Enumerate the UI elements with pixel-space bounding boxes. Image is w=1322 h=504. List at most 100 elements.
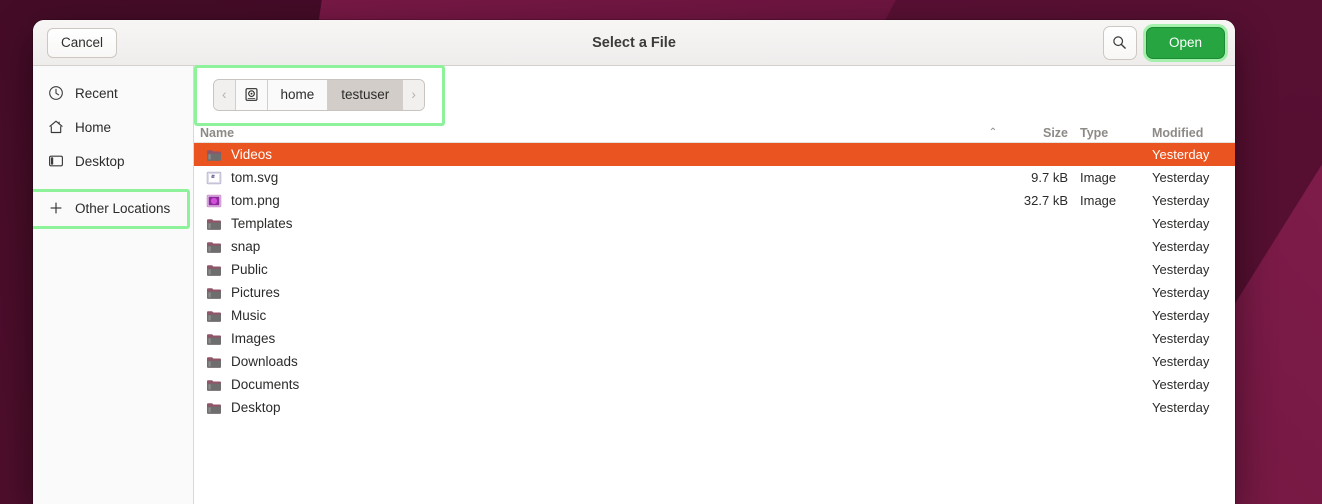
file-name-cell: Downloads — [194, 354, 980, 370]
file-name-label: Videos — [231, 147, 273, 162]
file-modified-cell: Yesterday — [1152, 170, 1210, 185]
column-header-type[interactable]: Type — [1068, 126, 1126, 140]
sort-ascending-icon: ⌃ — [988, 127, 998, 138]
file-name-label: Public — [231, 262, 268, 277]
column-header-size[interactable]: Size — [1006, 126, 1068, 140]
folder-icon — [207, 356, 221, 368]
file-modified-cell: Yesterday — [1152, 193, 1210, 208]
png-file-icon — [206, 194, 222, 207]
file-row[interactable]: tom.svg 9.7 kB Image Yesterday — [194, 166, 1235, 189]
sidebar-item-label: Home — [75, 119, 112, 135]
file-size-cell: 32.7 kB — [1023, 193, 1068, 208]
file-name-cell: Pictures — [194, 285, 980, 301]
file-modified-cell: Yesterday — [1152, 400, 1210, 415]
file-name-label: Documents — [231, 377, 300, 392]
breadcrumb-segment-home[interactable]: home — [267, 79, 329, 110]
file-name-label: Images — [231, 331, 276, 346]
file-modified-cell: Yesterday — [1152, 262, 1210, 277]
dialog-header-bar: Cancel Select a File Open — [33, 20, 1235, 66]
sidebar-item-label: Desktop — [75, 153, 125, 169]
file-name-label: Desktop — [231, 400, 281, 415]
file-type-cell: Image — [1080, 193, 1117, 208]
folder-icon — [207, 149, 221, 161]
file-modified-cell: Yesterday — [1152, 308, 1210, 323]
file-name-label: Templates — [231, 216, 293, 231]
search-button[interactable] — [1102, 25, 1137, 60]
file-row[interactable]: Downloads Yesterday — [194, 350, 1235, 373]
dialog-body: Recent Home Desktop Other Locations ‹ ho… — [33, 65, 1235, 504]
breadcrumb-back-button[interactable]: ‹ — [214, 79, 236, 110]
folder-icon — [207, 218, 221, 230]
file-name-cell: Videos — [194, 147, 980, 163]
places-sidebar: Recent Home Desktop Other Locations — [33, 66, 194, 504]
file-name-cell: Documents — [194, 377, 980, 393]
file-modified-cell: Yesterday — [1152, 239, 1210, 254]
file-name-cell: Templates — [194, 216, 980, 232]
breadcrumb-drive-item[interactable] — [235, 79, 268, 110]
file-size-cell: 9.7 kB — [1031, 170, 1068, 185]
folder-icon — [207, 241, 221, 253]
file-modified-cell: Yesterday — [1152, 377, 1210, 392]
folder-icon — [207, 310, 221, 322]
column-header-modified[interactable]: Modified — [1126, 126, 1216, 140]
file-list: Videos Yesterday tom.svg 9.7 kB Image Yesterd… — [194, 143, 1235, 504]
file-name-label: tom.svg — [231, 170, 279, 185]
file-modified-cell: Yesterday — [1152, 147, 1210, 162]
breadcrumb-segment-testuser[interactable]: testuser — [328, 79, 404, 110]
sidebar-item-home[interactable]: Home — [33, 112, 193, 142]
sidebar-item-desktop[interactable]: Desktop — [33, 146, 193, 176]
folder-icon — [207, 287, 221, 299]
open-button[interactable]: Open — [1145, 26, 1225, 59]
svg-file-icon — [206, 171, 222, 184]
file-type-cell: Image — [1080, 170, 1117, 185]
breadcrumb-forward-button[interactable]: › — [403, 79, 424, 110]
file-modified-cell: Yesterday — [1152, 331, 1210, 346]
file-row[interactable]: tom.png 32.7 kB Image Yesterday — [194, 189, 1235, 212]
file-name-cell: Images — [194, 331, 980, 347]
file-name-label: Music — [231, 308, 267, 323]
file-row[interactable]: Music Yesterday — [194, 304, 1235, 327]
sidebar-item-label: Other Locations — [75, 200, 171, 216]
clock-icon — [47, 85, 64, 102]
file-name-label: Downloads — [231, 354, 298, 369]
file-name-label: tom.png — [231, 193, 280, 208]
file-row[interactable]: Pictures Yesterday — [194, 281, 1235, 304]
hard-drive-icon — [245, 88, 258, 101]
home-icon — [47, 119, 64, 136]
column-headers: Name ⌃ Size Type Modified — [194, 123, 1235, 143]
file-name-label: snap — [231, 239, 261, 254]
file-name-cell: snap — [194, 239, 980, 255]
file-name-cell: Music — [194, 308, 980, 324]
file-name-cell: Public — [194, 262, 980, 278]
header-actions: Open — [1102, 25, 1225, 60]
file-name-cell: tom.png — [194, 193, 980, 209]
sidebar-item-recent[interactable]: Recent — [33, 78, 193, 108]
folder-icon — [207, 264, 221, 276]
file-row[interactable]: Documents Yesterday — [194, 373, 1235, 396]
cancel-button[interactable]: Cancel — [47, 27, 118, 58]
file-row[interactable]: Desktop Yesterday — [194, 396, 1235, 419]
file-name-cell: tom.svg — [194, 170, 980, 186]
file-row[interactable]: Images Yesterday — [194, 327, 1235, 350]
folder-icon — [207, 402, 221, 414]
file-modified-cell: Yesterday — [1152, 216, 1210, 231]
sidebar-item-label: Recent — [75, 85, 118, 101]
search-icon — [1113, 36, 1127, 49]
file-row[interactable]: snap Yesterday — [194, 235, 1235, 258]
folder-icon — [207, 333, 221, 345]
file-chooser-dialog: Cancel Select a File Open Recent Home De… — [33, 20, 1235, 504]
file-browser-area: ‹ home testuser › Name ⌃ Size Type Modif… — [194, 65, 1235, 504]
sidebar-item-other-locations[interactable]: Other Locations — [33, 193, 193, 223]
file-row[interactable]: Public Yesterday — [194, 258, 1235, 281]
file-name-label: Pictures — [231, 285, 280, 300]
file-modified-cell: Yesterday — [1152, 354, 1210, 369]
file-name-cell: Desktop — [194, 400, 980, 416]
breadcrumb: ‹ home testuser › — [213, 78, 425, 111]
file-row[interactable]: Videos Yesterday — [194, 143, 1235, 166]
dialog-title: Select a File — [592, 34, 676, 51]
file-modified-cell: Yesterday — [1152, 285, 1210, 300]
column-header-name[interactable]: Name — [194, 126, 980, 140]
desktop-icon — [47, 153, 64, 170]
file-row[interactable]: Templates Yesterday — [194, 212, 1235, 235]
plus-icon — [47, 200, 64, 217]
